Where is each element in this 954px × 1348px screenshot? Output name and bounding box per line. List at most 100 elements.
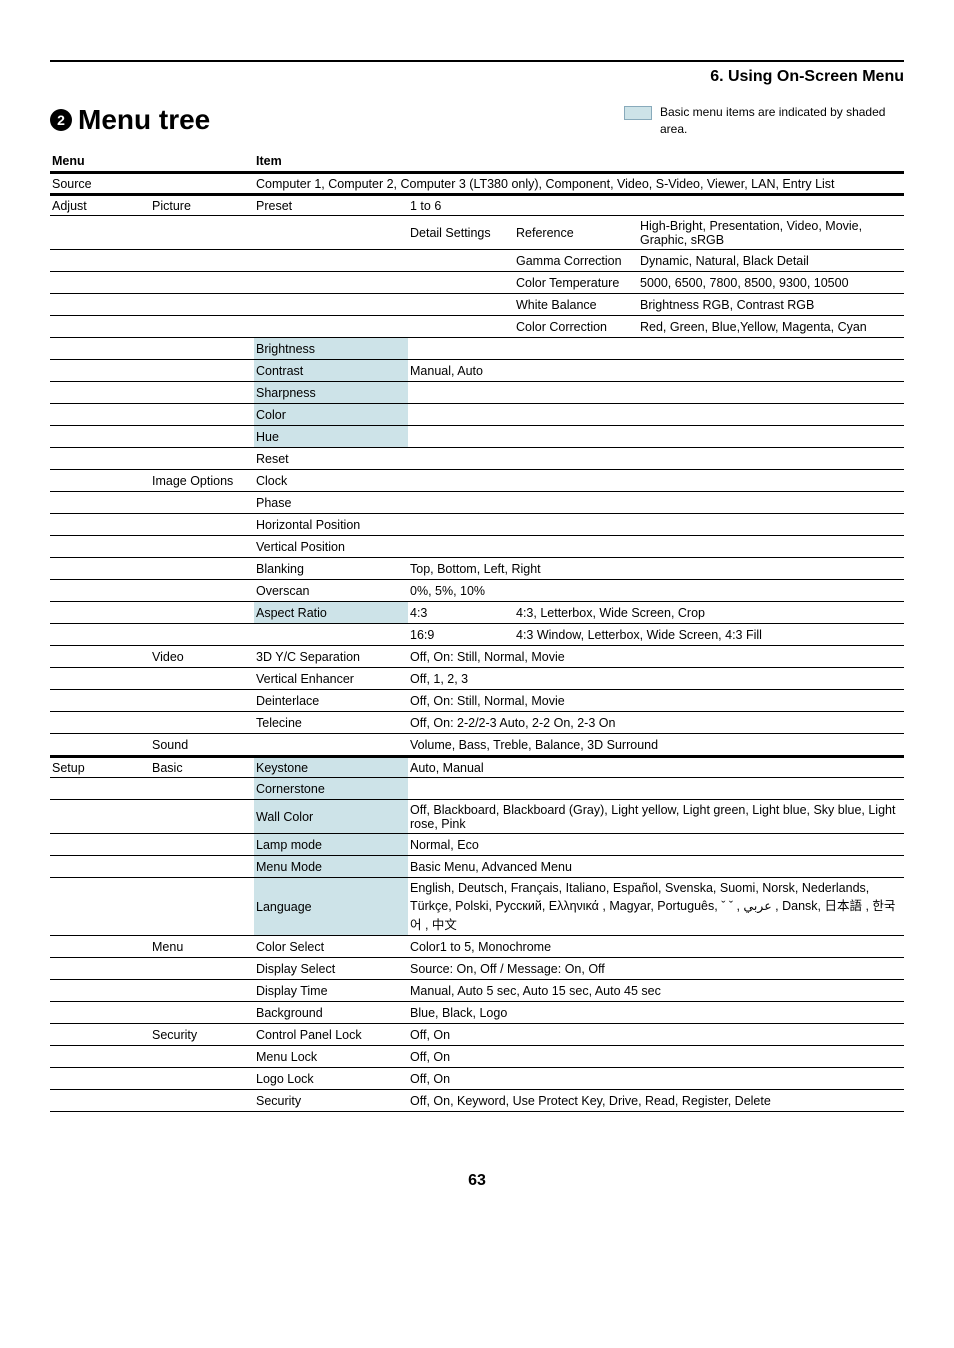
- table-row: Display TimeManual, Auto 5 sec, Auto 15 …: [50, 980, 904, 1002]
- value-cell: Auto, Manual: [408, 758, 904, 777]
- item-cell: 3D Y/C Separation: [254, 646, 408, 667]
- item-cell: Hue: [254, 426, 408, 447]
- item-cell: Menu Mode: [254, 856, 408, 877]
- table-row: Gamma CorrectionDynamic, Natural, Black …: [50, 250, 904, 272]
- item-cell: Language: [254, 878, 408, 935]
- table-row: DeinterlaceOff, On: Still, Normal, Movie: [50, 690, 904, 712]
- value-cell: Normal, Eco: [408, 834, 904, 855]
- menu-cell: Adjust: [50, 196, 150, 215]
- submenu-cell: Security: [150, 1024, 254, 1045]
- value-cell: Computer 1, Computer 2, Computer 3 (LT38…: [254, 174, 904, 193]
- table-row: BlankingTop, Bottom, Left, Right: [50, 558, 904, 580]
- value-cell: Off, Blackboard, Blackboard (Gray), Ligh…: [408, 800, 904, 833]
- sub-item-cell: 4:3: [408, 602, 514, 623]
- sub-item-cell: 1 to 6: [408, 196, 514, 215]
- item-cell: Aspect Ratio: [254, 602, 408, 623]
- item-cell: Background: [254, 1002, 408, 1023]
- submenu-cell: Video: [150, 646, 254, 667]
- table-row: ContrastManual, Auto: [50, 360, 904, 382]
- item-cell: Reset: [254, 448, 408, 469]
- table-row: Brightness: [50, 338, 904, 360]
- table-row: TelecineOff, On: 2-2/2-3 Auto, 2-2 On, 2…: [50, 712, 904, 734]
- param-cell: Gamma Correction: [514, 250, 638, 271]
- item-cell: Phase: [254, 492, 408, 513]
- table-row: Menu LockOff, On: [50, 1046, 904, 1068]
- item-cell: Display Select: [254, 958, 408, 979]
- param-cell: Reference: [514, 216, 638, 249]
- value-cell: 5000, 6500, 7800, 8500, 9300, 10500: [638, 272, 904, 293]
- table-row: AdjustPicturePreset1 to 6: [50, 194, 904, 216]
- value-cell: English, Deutsch, Français, Italiano, Es…: [408, 878, 904, 935]
- table-row: Source Computer 1, Computer 2, Computer 3…: [50, 172, 904, 194]
- value-cell: Off, On: [408, 1046, 904, 1067]
- col-header-menu: Menu: [50, 150, 150, 171]
- table-row: SecurityOff, On, Keyword, Use Protect Ke…: [50, 1090, 904, 1112]
- item-cell: Preset: [254, 196, 408, 215]
- value-cell: Off, On: [408, 1024, 904, 1045]
- table-row: White BalanceBrightness RGB, Contrast RG…: [50, 294, 904, 316]
- table-row: Overscan0%, 5%, 10%: [50, 580, 904, 602]
- sub-item-cell: Manual, Auto: [408, 360, 514, 381]
- item-cell: Logo Lock: [254, 1068, 408, 1089]
- table-row: Display SelectSource: On, Off / Message:…: [50, 958, 904, 980]
- table-row: Horizontal Position: [50, 514, 904, 536]
- table-row: Hue: [50, 426, 904, 448]
- table-row: SoundVolume, Bass, Treble, Balance, 3D S…: [50, 734, 904, 756]
- legend: Basic menu items are indicated by shaded…: [624, 104, 904, 138]
- bullet-number: 2: [50, 109, 72, 131]
- item-cell: Contrast: [254, 360, 408, 381]
- table-row: MenuColor SelectColor1 to 5, Monochrome: [50, 936, 904, 958]
- param-cell: Color Correction: [514, 316, 638, 337]
- value-cell: Off, On: Still, Normal, Movie: [408, 646, 904, 667]
- value-cell: Off, On: Still, Normal, Movie: [408, 690, 904, 711]
- item-cell: Lamp mode: [254, 834, 408, 855]
- item-cell: Wall Color: [254, 800, 408, 833]
- table-row: Aspect Ratio4:34:3, Letterbox, Wide Scre…: [50, 602, 904, 624]
- item-cell: Blanking: [254, 558, 408, 579]
- table-row: Video3D Y/C SeparationOff, On: Still, No…: [50, 646, 904, 668]
- item-cell: Keystone: [254, 758, 408, 777]
- item-cell: Menu Lock: [254, 1046, 408, 1067]
- legend-swatch: [624, 106, 652, 120]
- menu-cell: Setup: [50, 758, 150, 777]
- value-cell: High-Bright, Presentation, Video, Movie,…: [638, 216, 904, 249]
- item-cell: Security: [254, 1090, 408, 1111]
- menu-cell: Source: [50, 174, 150, 193]
- table-row: Phase: [50, 492, 904, 514]
- table-row: 16:94:3 Window, Letterbox, Wide Screen, …: [50, 624, 904, 646]
- value-cell: Off, On: [408, 1068, 904, 1089]
- page-number: 63: [50, 1172, 904, 1190]
- table-row: Image OptionsClock: [50, 470, 904, 492]
- item-cell: Vertical Enhancer: [254, 668, 408, 689]
- sub-item-cell: 16:9: [408, 624, 514, 645]
- value-cell: Off, On, Keyword, Use Protect Key, Drive…: [408, 1090, 904, 1111]
- table-row: Reset: [50, 448, 904, 470]
- value-cell: Red, Green, Blue,Yellow, Magenta, Cyan: [638, 316, 904, 337]
- table-row: Detail SettingsReferenceHigh-Bright, Pre…: [50, 216, 904, 250]
- table-row: Vertical EnhancerOff, 1, 2, 3: [50, 668, 904, 690]
- table-row: LanguageEnglish, Deutsch, Français, Ital…: [50, 878, 904, 936]
- table-row: SecurityControl Panel LockOff, On: [50, 1024, 904, 1046]
- value-cell: 4:3, Letterbox, Wide Screen, Crop: [514, 602, 904, 623]
- item-cell: Color: [254, 404, 408, 425]
- item-cell: Horizontal Position: [254, 514, 408, 535]
- value-cell: Manual, Auto 5 sec, Auto 15 sec, Auto 45…: [408, 980, 904, 1001]
- value-cell: Source: On, Off / Message: On, Off: [408, 958, 904, 979]
- item-cell: Color Select: [254, 936, 408, 957]
- item-cell: Deinterlace: [254, 690, 408, 711]
- item-cell: Display Time: [254, 980, 408, 1001]
- item-cell: Telecine: [254, 712, 408, 733]
- value-cell: Blue, Black, Logo: [408, 1002, 904, 1023]
- submenu-cell: Sound: [150, 734, 254, 755]
- item-cell: Vertical Position: [254, 536, 408, 557]
- submenu-cell: Basic: [150, 758, 254, 777]
- value-cell: Off, On: 2-2/2-3 Auto, 2-2 On, 2-3 On: [408, 712, 904, 733]
- value-cell: Brightness RGB, Contrast RGB: [638, 294, 904, 315]
- item-cell: Cornerstone: [254, 778, 408, 799]
- value-cell: Dynamic, Natural, Black Detail: [638, 250, 904, 271]
- table-row: Logo LockOff, On: [50, 1068, 904, 1090]
- legend-text: Basic menu items are indicated by shaded…: [660, 104, 904, 138]
- section-header: 6. Using On-Screen Menu: [50, 68, 904, 86]
- table-row: Sharpness: [50, 382, 904, 404]
- table-row: BackgroundBlue, Black, Logo: [50, 1002, 904, 1024]
